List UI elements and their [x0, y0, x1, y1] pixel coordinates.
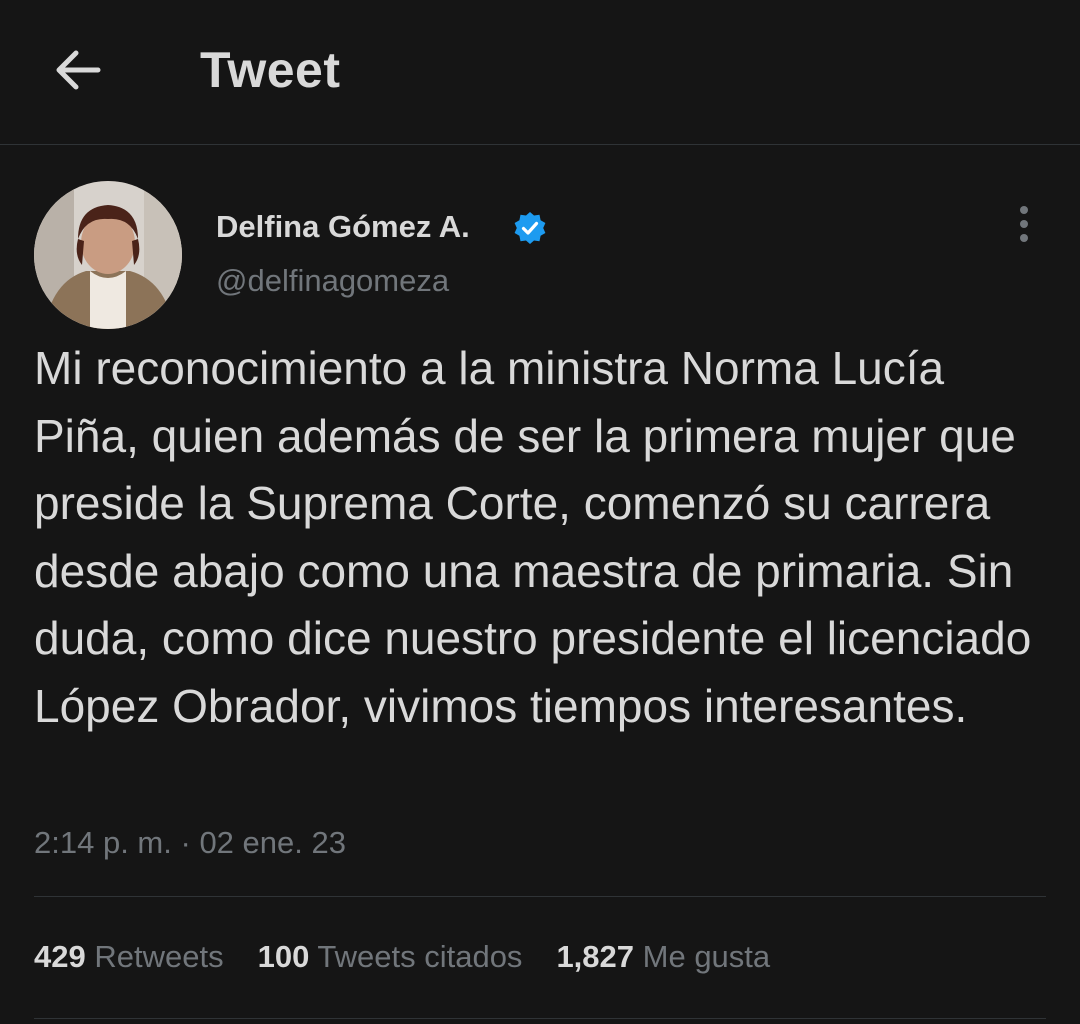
profile-photo [34, 181, 182, 329]
tweet-stats: 429 Retweets 100 Tweets citados 1,827 Me… [34, 937, 804, 977]
author-handle[interactable]: @delfinagomeza [216, 261, 449, 301]
retweets-count: 429 [34, 939, 86, 974]
quote-tweets-label: Tweets citados [317, 939, 523, 974]
more-options-button[interactable] [1004, 204, 1044, 244]
verified-badge-icon [513, 211, 547, 245]
tweet-time: 2:14 p. m. [34, 825, 172, 860]
tweet-timestamp[interactable]: 2:14 p. m. · 02 ene. 23 [34, 823, 346, 863]
divider [34, 896, 1046, 897]
retweets-label: Retweets [94, 939, 224, 974]
likes-stat[interactable]: 1,827 Me gusta [556, 937, 770, 977]
page-title: Tweet [200, 42, 341, 98]
meta-separator: · [180, 825, 191, 860]
more-vertical-icon [1020, 206, 1028, 242]
author-name[interactable]: Delfina Gómez A. [216, 207, 470, 247]
arrow-left-icon [56, 50, 101, 90]
likes-count: 1,827 [556, 939, 635, 974]
divider [34, 1018, 1046, 1019]
likes-label: Me gusta [642, 939, 771, 974]
back-button[interactable] [48, 40, 108, 100]
retweets-stat[interactable]: 429 Retweets [34, 937, 224, 977]
tweet-text: Mi reconocimiento a la ministra Norma Lu… [34, 342, 1032, 732]
avatar[interactable] [34, 181, 182, 329]
quote-tweets-count: 100 [257, 939, 310, 974]
quote-tweets-stat[interactable]: 100 Tweets citados [258, 937, 523, 977]
tweet-header: Tweet [0, 0, 1080, 145]
tweet-date: 02 ene. 23 [199, 825, 346, 860]
